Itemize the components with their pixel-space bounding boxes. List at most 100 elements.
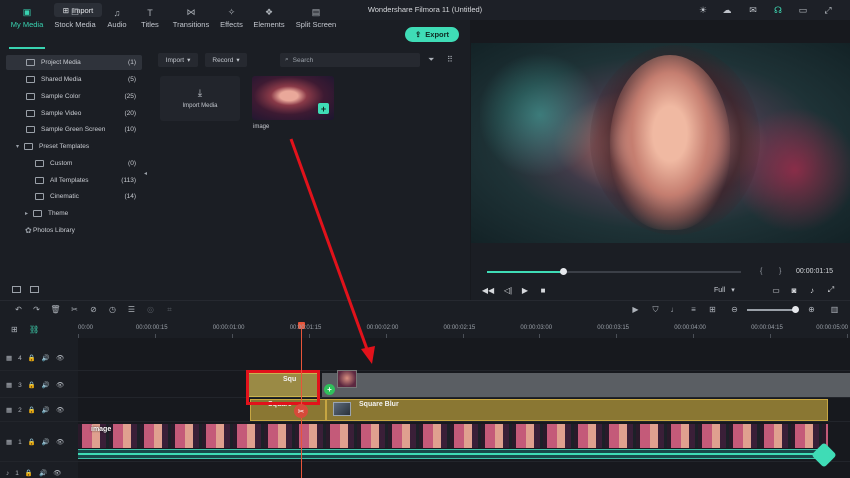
redo-icon[interactable]: ↷: [31, 304, 42, 315]
scissors-icon[interactable]: ✂: [294, 404, 308, 418]
tab-label: Transitions: [172, 20, 210, 29]
lock-icon[interactable]: 🔒: [28, 438, 36, 446]
folder-icon: [35, 193, 44, 200]
sidebar-item-all-templates[interactable]: All Templates (113): [6, 173, 142, 188]
sidebar-item-project-media[interactable]: Project Media (1): [6, 55, 142, 70]
undo-icon[interactable]: ↶: [13, 304, 24, 315]
mute-icon[interactable]: 🔊: [39, 469, 47, 477]
export-button[interactable]: ⇪ Export: [405, 27, 459, 42]
add-track-icon[interactable]: ⊞: [11, 325, 18, 334]
sidebar-item-cinematic[interactable]: Cinematic (14): [6, 189, 142, 204]
chevron-down-icon: ▾: [236, 57, 240, 64]
sidebar-item-photos-library[interactable]: ✿ Photos Library: [6, 223, 142, 238]
filter-icon[interactable]: ⏷: [428, 55, 434, 65]
mute-icon[interactable]: 🔊: [42, 438, 50, 446]
eye-icon[interactable]: 👁: [56, 381, 64, 389]
grid-view-icon[interactable]: ⠿: [447, 55, 453, 64]
track-4[interactable]: [0, 338, 850, 371]
sidebar-item-sample-green-screen[interactable]: Sample Green Screen (10): [6, 122, 142, 137]
mute-icon[interactable]: 🔊: [42, 381, 50, 389]
zoom-slider-handle[interactable]: [792, 306, 799, 313]
sidebar-item-preset-templates[interactable]: ▾ Preset Templates: [6, 139, 142, 154]
sidebar-item-sample-video[interactable]: Sample Video (20): [6, 106, 142, 121]
fullscreen-preview-icon[interactable]: ⤢: [826, 285, 836, 295]
lock-icon[interactable]: 🔒: [28, 381, 36, 389]
delete-icon[interactable]: 🗑: [50, 304, 61, 315]
mute-icon[interactable]: 🔊: [42, 406, 50, 414]
play-icon[interactable]: ▶: [520, 285, 530, 295]
adjust-icon[interactable]: ☰: [126, 304, 137, 315]
snapshot-icon[interactable]: ◙: [789, 285, 799, 295]
tab-transitions[interactable]: ⋈ Transitions: [170, 3, 212, 29]
timeline-settings-icon[interactable]: ▥: [829, 304, 840, 315]
lock-icon[interactable]: 🔒: [25, 469, 33, 477]
ruler-label: 00:00:03:00: [520, 325, 553, 331]
marker-icon[interactable]: ⊞: [707, 304, 718, 315]
stop-icon[interactable]: ■: [538, 285, 548, 295]
preview-glow: [480, 50, 600, 180]
cloud-icon[interactable]: ☁: [721, 4, 733, 16]
sidebar-item-custom[interactable]: Custom (0): [6, 156, 142, 171]
tab-my-media[interactable]: ▣ My Media: [8, 3, 46, 29]
search-input[interactable]: ⌕ Search: [280, 53, 420, 67]
collapse-sidebar-icon[interactable]: ◂: [144, 170, 147, 177]
image-clip[interactable]: [78, 424, 828, 448]
add-to-timeline-icon[interactable]: +: [318, 103, 329, 114]
crop-icon[interactable]: ⌗: [164, 304, 175, 315]
frame-back-icon[interactable]: ◁|: [503, 285, 513, 295]
sidebar-item-label: Preset Templates: [39, 143, 90, 150]
dragged-image-clip[interactable]: [337, 370, 357, 388]
step-back-icon[interactable]: ◀◀: [482, 285, 494, 295]
effect-clip-square-blur[interactable]: [326, 399, 828, 421]
folder-icon: [26, 110, 35, 117]
new-folder-icon[interactable]: [12, 286, 21, 293]
import-dropdown[interactable]: Import ▾: [158, 53, 198, 67]
eye-icon[interactable]: 👁: [56, 406, 64, 414]
speed-icon[interactable]: ◷: [107, 304, 118, 315]
tab-audio[interactable]: ♫ Audio: [105, 3, 129, 29]
tab-stock-media[interactable]: ☐ Stock Media: [52, 3, 98, 29]
zoom-slider[interactable]: [747, 309, 797, 311]
eye-icon[interactable]: 👁: [56, 354, 64, 362]
render-icon[interactable]: ▶: [630, 304, 641, 315]
tab-effects[interactable]: ✧ Effects: [218, 3, 245, 29]
eye-icon[interactable]: 👁: [56, 438, 64, 446]
detach-icon[interactable]: ⊘: [88, 304, 99, 315]
eye-icon[interactable]: 👁: [53, 469, 61, 477]
mute-icon[interactable]: 🔊: [42, 354, 50, 362]
quality-select[interactable]: Full ▾: [714, 284, 754, 296]
microphone-icon[interactable]: ♩: [669, 304, 680, 315]
ruler-tick: [616, 334, 618, 338]
bulb-icon[interactable]: ☀: [697, 4, 709, 16]
sidebar-item-sample-color[interactable]: Sample Color (25): [6, 89, 142, 104]
minimize-icon[interactable]: ▭: [797, 4, 809, 16]
lock-icon[interactable]: 🔒: [28, 406, 36, 414]
monitor-icon[interactable]: ▭: [771, 285, 781, 295]
clip-label: Square Blur: [359, 401, 399, 408]
sidebar-item-label: Project Media: [41, 59, 81, 66]
tab-elements[interactable]: ❖ Elements: [252, 3, 286, 29]
volume-icon[interactable]: ♪: [807, 285, 817, 295]
tab-titles[interactable]: T Titles: [138, 3, 162, 29]
stabilize-icon[interactable]: ◎: [145, 304, 156, 315]
mark-in-icon[interactable]: {: [760, 268, 762, 275]
mail-icon[interactable]: ✉: [747, 4, 759, 16]
fullscreen-icon[interactable]: ⤢: [822, 4, 834, 16]
zoom-in-icon[interactable]: ⊕: [806, 304, 817, 315]
mark-out-icon[interactable]: }: [779, 268, 781, 275]
preview-scrub-handle[interactable]: [560, 268, 567, 275]
folder-settings-icon[interactable]: [30, 286, 39, 293]
track-type-icon: ▦: [6, 407, 13, 414]
sidebar-item-shared-media[interactable]: Shared Media (5): [6, 72, 142, 87]
voiceover-icon[interactable]: ≡: [688, 304, 699, 315]
support-icon[interactable]: ☊: [772, 4, 784, 16]
shield-icon[interactable]: ⛉: [650, 304, 661, 315]
import-media-tile[interactable]: ⤓ Import Media: [160, 76, 240, 121]
zoom-out-icon[interactable]: ⊖: [729, 304, 740, 315]
sidebar-item-theme[interactable]: ▸ Theme: [6, 206, 142, 221]
link-icon[interactable]: ⛓: [29, 325, 39, 334]
tab-split-screen[interactable]: ▤ Split Screen: [293, 3, 339, 29]
lock-icon[interactable]: 🔒: [28, 354, 36, 362]
split-icon[interactable]: ✂: [69, 304, 80, 315]
record-dropdown[interactable]: Record ▾: [205, 53, 247, 67]
